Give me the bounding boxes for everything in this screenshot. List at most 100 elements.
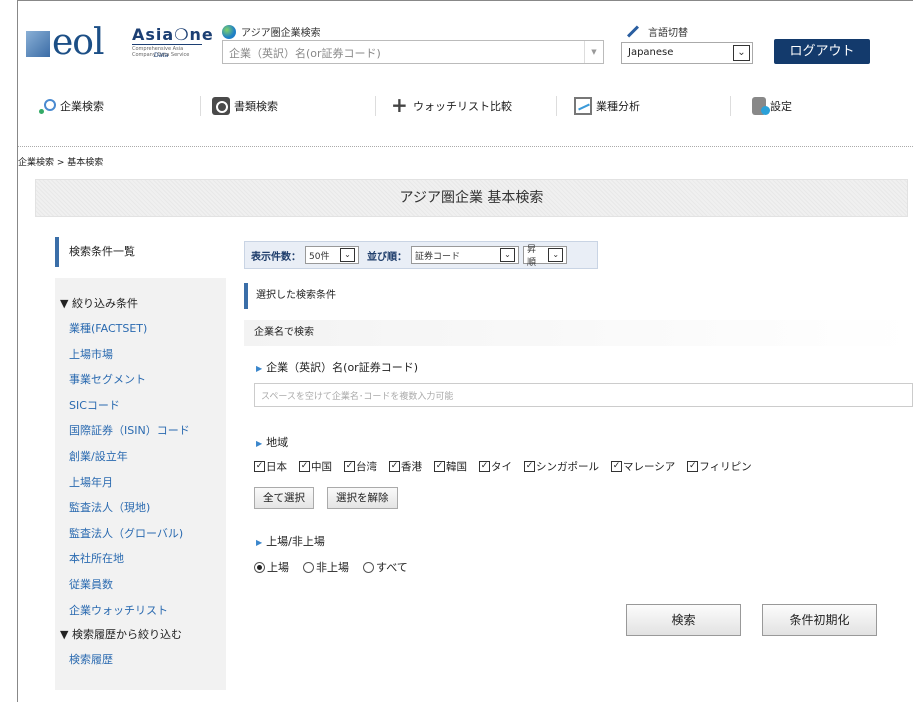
- region-checkbox-malaysia[interactable]: ✓ マレーシア: [611, 459, 675, 474]
- sidebar-item-sic[interactable]: SICコード: [55, 395, 226, 421]
- logo-eol-text: eol: [52, 22, 104, 63]
- triangle-bullet-icon: ▶: [256, 439, 263, 448]
- region-name: フィリピン: [699, 461, 752, 473]
- region-name: マレーシア: [623, 461, 676, 473]
- checkbox-checked-icon: ✓: [344, 461, 355, 472]
- industry-chart-icon: [574, 97, 592, 115]
- sidebar-item-market[interactable]: 上場市場: [55, 344, 226, 370]
- header-divider: [18, 146, 913, 147]
- sidebar-item-listed-date[interactable]: 上場年月: [55, 472, 226, 498]
- quick-search-dropdown-icon[interactable]: ▼: [584, 41, 603, 63]
- globe-icon: [222, 24, 236, 39]
- results-controls: 表示件数： 50件 ⌄ 並び順： 証券コード ⌄ 昇順 ⌄: [244, 241, 598, 269]
- nav-label: 業種分析: [596, 100, 640, 113]
- count-label: 表示件数：: [251, 251, 301, 263]
- listing-label-text: 上場/非上場: [266, 535, 325, 548]
- select-all-button[interactable]: 全て選択: [254, 487, 314, 509]
- frame-top-border: [17, 0, 913, 1]
- sidebar-group-history[interactable]: ▼ 検索履歴から絞り込む: [55, 625, 226, 649]
- radio-empty-icon: [363, 561, 374, 573]
- triangle-bullet-icon: ▶: [256, 538, 263, 547]
- checkbox-checked-icon: ✓: [389, 461, 400, 472]
- radio-unlisted[interactable]: 非上場: [303, 559, 349, 575]
- radio-all[interactable]: すべて: [363, 559, 408, 575]
- chevron-down-icon: ⌄: [340, 248, 355, 262]
- page-title: アジア圏企業 基本検索: [35, 179, 908, 217]
- chevron-down-icon: ⌄: [548, 248, 563, 262]
- sidebar-item-history[interactable]: 検索履歴: [55, 649, 226, 675]
- region-checkbox-taiwan[interactable]: ✓ 台湾: [344, 459, 377, 474]
- deselect-all-button[interactable]: 選択を解除: [327, 487, 398, 509]
- region-checkbox-thailand[interactable]: ✓ タイ: [479, 459, 512, 474]
- nav-document-search[interactable]: 書類検索: [212, 92, 278, 120]
- sidebar-panel: ▼ 絞り込み条件 業種(FACTSET) 上場市場 事業セグメント SICコード…: [55, 278, 226, 690]
- reset-button[interactable]: 条件初期化: [762, 604, 877, 636]
- company-name-input[interactable]: スペースを空けて企業名･コードを複数入力可能: [254, 383, 913, 407]
- nav-company-search[interactable]: 企業検索: [38, 92, 104, 120]
- region-label: ▶ 地域: [256, 434, 288, 450]
- region-name: 韓国: [446, 461, 467, 473]
- nav-label: 設定: [770, 100, 792, 113]
- selected-criteria-heading: 選択した検索条件: [244, 283, 336, 309]
- triangle-bullet-icon: ▶: [256, 364, 263, 373]
- listing-label: ▶ 上場/非上場: [256, 533, 325, 549]
- sidebar-group-filters[interactable]: ▼ 絞り込み条件: [55, 294, 226, 318]
- radio-listed[interactable]: 上場: [254, 559, 289, 575]
- sidebar-item-isin[interactable]: 国際証券（ISIN）コード: [55, 420, 226, 446]
- sidebar-item-employees[interactable]: 従業員数: [55, 574, 226, 600]
- radio-label: 非上場: [316, 561, 349, 574]
- nav-settings[interactable]: 設定: [752, 92, 792, 120]
- eol-asiaone-logo[interactable]: eol Asia❍ne Comprehensive Asia Company D…: [26, 20, 213, 64]
- quick-search-label: アジア圏企業検索: [222, 24, 321, 39]
- company-search-icon: [38, 97, 56, 115]
- chevron-down-icon: ⌄: [500, 248, 515, 262]
- order-select[interactable]: 昇順 ⌄: [523, 245, 567, 268]
- search-button[interactable]: 検索: [626, 604, 741, 636]
- radio-selected-icon: [254, 561, 265, 573]
- checkbox-checked-icon: ✓: [611, 461, 622, 472]
- region-checkbox-singapore[interactable]: ✓ シンガポール: [524, 459, 599, 474]
- region-name: 台湾: [356, 461, 377, 473]
- sidebar-item-auditor-global[interactable]: 監査法人（グローバル): [55, 523, 226, 549]
- region-checkbox-hongkong[interactable]: ✓ 香港: [389, 459, 422, 474]
- region-checkboxes: ✓ 日本 ✓ 中国 ✓ 台湾 ✓ 香港 ✓ 韓国 ✓ タイ ✓ シンガポール ✓ マレーシア ✓…: [254, 459, 752, 474]
- nav-divider: [375, 96, 376, 116]
- region-name: 中国: [311, 461, 332, 473]
- nav-divider: [730, 96, 731, 116]
- region-checkbox-china[interactable]: ✓ 中国: [299, 459, 332, 474]
- sort-value: 証券コード: [415, 251, 461, 262]
- nav-industry-analysis[interactable]: 業種分析: [574, 92, 640, 120]
- sidebar-heading: 検索条件一覧: [55, 237, 135, 267]
- region-checkbox-philippines[interactable]: ✓ フィリピン: [687, 459, 752, 474]
- sidebar-item-segment[interactable]: 事業セグメント: [55, 369, 226, 395]
- chevron-down-icon[interactable]: ⌄: [733, 45, 750, 61]
- logo-eol: eol: [26, 22, 104, 63]
- sidebar-item-watchlist[interactable]: 企業ウォッチリスト: [55, 600, 226, 626]
- checkbox-checked-icon: ✓: [299, 461, 310, 472]
- sort-select[interactable]: 証券コード ⌄: [411, 246, 519, 264]
- radio-label: すべて: [376, 561, 408, 574]
- count-select[interactable]: 50件 ⌄: [305, 246, 359, 264]
- watchlist-add-icon: [391, 93, 409, 117]
- checkbox-checked-icon: ✓: [687, 461, 699, 472]
- pencil-icon: [626, 25, 640, 38]
- sidebar-item-industry[interactable]: 業種(FACTSET): [55, 318, 226, 344]
- logout-button[interactable]: ログアウト: [774, 39, 870, 64]
- region-checkbox-korea[interactable]: ✓ 韓国: [434, 459, 467, 474]
- region-checkbox-japan[interactable]: ✓ 日本: [254, 459, 287, 474]
- region-label-text: 地域: [266, 436, 289, 449]
- sidebar-item-auditor-local[interactable]: 監査法人（現地): [55, 497, 226, 523]
- sort-label: 並び順：: [367, 251, 407, 263]
- language-label: 言語切替: [626, 24, 688, 39]
- logo-asiaone: Asia❍ne: [132, 25, 214, 44]
- checkbox-checked-icon: ✓: [434, 461, 445, 472]
- nav-divider: [200, 96, 201, 116]
- checkbox-checked-icon: ✓: [254, 461, 265, 472]
- radio-empty-icon: [303, 561, 314, 573]
- listing-radios: 上場 非上場 すべて: [254, 559, 408, 575]
- main-nav: 企業検索 書類検索 ウォッチリスト比較 業種分析 設定: [18, 92, 913, 122]
- nav-watchlist-compare[interactable]: ウォッチリスト比較: [391, 92, 512, 120]
- quick-search-input[interactable]: 企業（英訳）名(or証券コード): [222, 40, 604, 64]
- sidebar-item-hq[interactable]: 本社所在地: [55, 548, 226, 574]
- sidebar-item-founded[interactable]: 創業/設立年: [55, 446, 226, 472]
